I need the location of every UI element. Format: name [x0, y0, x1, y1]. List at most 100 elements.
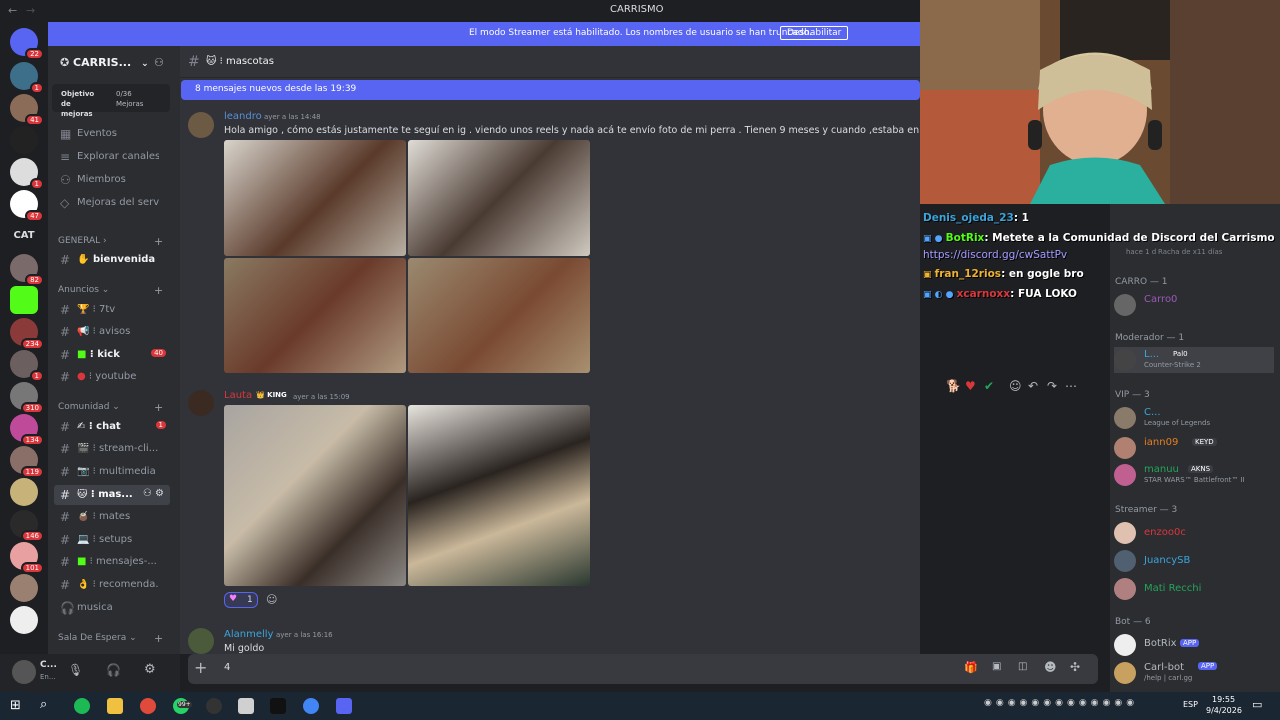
nav-events[interactable]: ▦ Eventos [54, 124, 170, 144]
invite-icon[interactable]: ⚇ [154, 56, 164, 69]
member-item[interactable]: Mati Recchi [1114, 576, 1274, 602]
emoji-icon[interactable]: ☻ [1044, 660, 1057, 674]
channel-kick[interactable]: # ■ ⁝ kick 40 [54, 345, 170, 365]
clock-time[interactable]: 19:55 [1212, 695, 1235, 704]
member-item[interactable]: manuu AKNS STAR WARS™ Battlefront™ II [1114, 462, 1274, 488]
reply-icon[interactable]: ↶ [1028, 379, 1038, 393]
nav-server-boosts[interactable]: ◇Mejoras del servi... [54, 193, 170, 213]
dog-emoji-icon[interactable]: 🐕 [946, 379, 961, 393]
member-item[interactable]: enzoo0c [1114, 520, 1274, 546]
server-icon[interactable]: 41 [10, 94, 44, 126]
channel-multimedia[interactable]: # 📷 ⁝ multimedia [54, 462, 170, 482]
server-name[interactable]: ✪ CARRIS... ⌄ [60, 56, 149, 69]
apps-icon[interactable]: ✣ [1070, 660, 1080, 674]
notification-icon[interactable]: ▭ [1252, 698, 1262, 711]
server-icon[interactable]: 1 [10, 62, 44, 94]
attach-plus-icon[interactable]: + [194, 658, 207, 677]
more-icon[interactable]: ⋯ [1065, 379, 1077, 393]
server-icon[interactable]: 47 [10, 190, 44, 222]
search-icon[interactable]: ⌕ [40, 697, 47, 712]
avatar[interactable] [188, 390, 214, 416]
dog-photo[interactable] [408, 258, 590, 373]
gif-icon[interactable]: ▣ [992, 661, 1001, 672]
member-item[interactable]: L... Pal0 Counter-Strike 2 [1114, 347, 1274, 373]
headphones-icon[interactable]: 🎧 [106, 663, 121, 677]
channel-youtube[interactable]: # ● ⁝ youtube [54, 367, 170, 387]
sticker-icon[interactable]: ◫ [1018, 661, 1027, 672]
server-icon[interactable]: 134 [10, 414, 44, 446]
chrome-icon[interactable] [140, 698, 156, 714]
server-icon[interactable]: 1 [10, 158, 44, 190]
server-icon[interactable]: 82 [10, 254, 44, 286]
new-messages-bar[interactable]: 8 mensajes nuevos desde las 19:39 [181, 80, 920, 100]
channel-stream-clips[interactable]: # 🎬 ⁝ stream-cli... [54, 439, 170, 459]
add-reaction-icon[interactable]: ☺ [266, 593, 277, 606]
store-icon[interactable] [238, 698, 254, 714]
nav-browse-channels[interactable]: ≡ Explorar canales [54, 147, 170, 167]
category-sala-de-espera[interactable]: Sala De Espera ⌄ + [58, 632, 163, 645]
server-folder-cat[interactable]: CAT [10, 222, 38, 250]
app-icon[interactable] [270, 698, 286, 714]
home-server-icon[interactable]: 22 [10, 28, 44, 60]
server-icon[interactable] [10, 574, 38, 602]
message-input[interactable]: 4 [224, 662, 230, 673]
boost-goal[interactable]: Objetivo de mejoras 0/36 Mejoras [52, 84, 170, 118]
start-icon[interactable]: ⊞ [10, 698, 21, 713]
channel-avisos[interactable]: # 📢 ⁝ avisos [54, 322, 170, 342]
member-item[interactable]: BotRix APP [1114, 632, 1274, 658]
kick-server-icon[interactable] [10, 286, 38, 314]
dog-photo[interactable] [224, 258, 406, 373]
server-icon[interactable] [10, 606, 38, 634]
forward-icon[interactable]: ↷ [1047, 379, 1057, 393]
author-name[interactable]: Lauta [224, 390, 252, 401]
channel-chat[interactable]: # ✍ ⁝ chat 1 [54, 417, 170, 437]
server-icon[interactable]: 119 [10, 446, 44, 478]
server-icon[interactable]: 310 [10, 382, 44, 414]
server-icon[interactable]: 146 [10, 510, 44, 542]
channel-setups[interactable]: # 💻 ⁝ setups [54, 530, 170, 550]
author-name[interactable]: leandro [224, 111, 262, 122]
server-icon[interactable]: 101 [10, 542, 44, 574]
add-reaction-icon[interactable]: ☺ [1009, 379, 1022, 393]
category-general[interactable]: GENERAL › + [58, 235, 163, 248]
gift-icon[interactable]: 🎁 [964, 661, 978, 674]
avatar[interactable] [188, 628, 214, 654]
spotify-icon[interactable] [74, 698, 90, 714]
tray-icons[interactable]: ◉◉◉◉◉◉◉◉◉◉◉◉◉ [984, 698, 1138, 708]
member-item[interactable]: iann09 KEYD [1114, 435, 1274, 461]
category-comunidad[interactable]: Comunidad ⌄ + [58, 401, 163, 414]
server-icon[interactable]: 234 [10, 318, 44, 350]
channel-musica[interactable]: 🎧 musica [54, 598, 170, 618]
user-settings-icon[interactable]: ⚙ [144, 662, 156, 677]
heart-emoji-icon[interactable]: ♥ [965, 379, 976, 393]
server-icon[interactable] [10, 478, 38, 506]
reaction-heart[interactable]: ♥ 1 [224, 592, 258, 608]
dog-photo[interactable] [408, 140, 590, 256]
discord-icon[interactable] [336, 698, 352, 714]
chrome-icon[interactable] [303, 698, 319, 714]
whatsapp-icon[interactable]: 99+ [173, 698, 192, 714]
server-icon[interactable] [10, 126, 38, 154]
forward-arrow-icon[interactable]: → [26, 4, 35, 17]
avatar[interactable] [12, 660, 36, 684]
back-arrow-icon[interactable]: ← [8, 4, 17, 17]
clock-date[interactable]: 9/4/2026 [1206, 706, 1242, 715]
channel-mascotas[interactable]: # 🐱 ⁝ mas... ⚇ ⚙ [54, 485, 170, 505]
cat-photo[interactable] [408, 405, 590, 586]
cat-photo[interactable] [224, 405, 406, 586]
obs-icon[interactable] [206, 698, 222, 714]
author-name[interactable]: Alanmelly [224, 629, 273, 640]
member-item[interactable]: Carl-bot APP/help | carl.gg [1114, 660, 1274, 686]
channel-bienvenida[interactable]: # ✋ bienvenida [54, 250, 170, 270]
nav-members[interactable]: ⚇ Miembros [54, 170, 170, 190]
member-item[interactable]: JuancySB [1114, 548, 1274, 574]
channel-7tv[interactable]: # 🏆 ⁝ 7tv [54, 300, 170, 320]
category-anuncios[interactable]: Anuncios ⌄ + [58, 284, 163, 297]
dog-photo[interactable] [224, 140, 406, 256]
server-icon[interactable]: 1 [10, 350, 44, 382]
check-emoji-icon[interactable]: ✔ [984, 379, 994, 393]
channel-mensajes[interactable]: # ■ ⁝ mensajes-... [54, 552, 170, 572]
channel-mates[interactable]: # 🧉 ⁝ mates [54, 507, 170, 527]
disable-button[interactable]: Deshabilitar [780, 26, 849, 40]
microphone-icon[interactable]: 🎙 [68, 663, 83, 677]
